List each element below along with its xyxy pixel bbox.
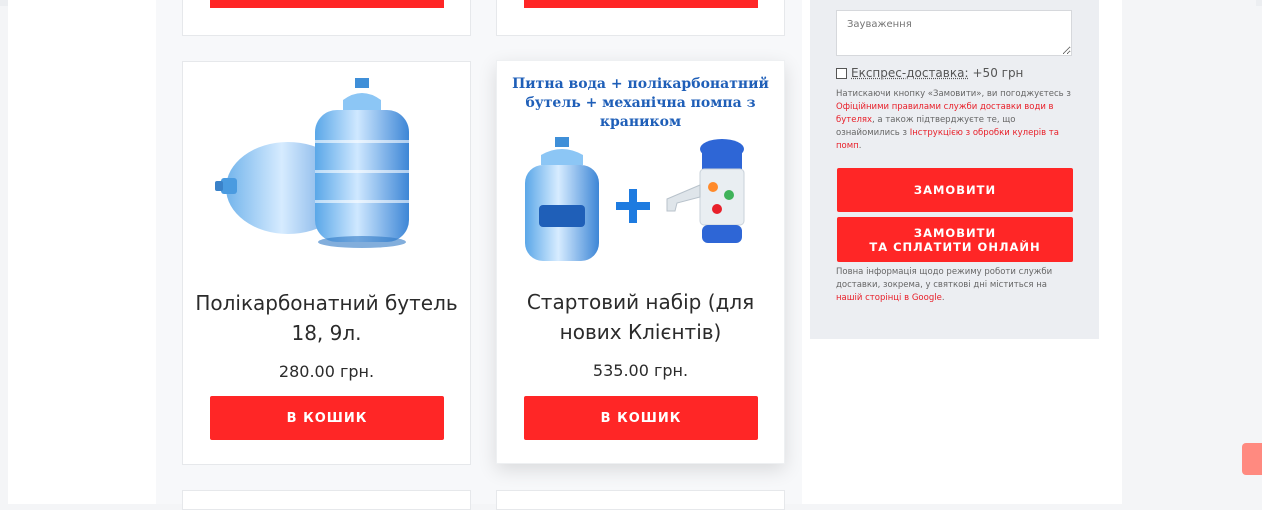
google-page-link[interactable]: нашій сторінці в Google (836, 293, 942, 303)
info-text-part: . (941, 293, 945, 303)
product-card-partial-top-left (182, 0, 471, 36)
image-headline: Питна вода + полікарбонатний бутель + ме… (512, 76, 769, 130)
product-card-partial-top-right (496, 0, 785, 36)
floating-side-tab[interactable] (1242, 443, 1262, 475)
order-button[interactable]: ЗАМОВИТИ (837, 168, 1073, 212)
order-and-pay-button[interactable]: ЗАМОВИТИ ТА СПЛАТИТИ ОНЛАЙН (837, 217, 1073, 262)
product-card: Питна вода + полікарбонатний бутель + ме… (496, 60, 785, 464)
right-gutter (1122, 0, 1256, 504)
product-card-partial-bottom-left (182, 490, 471, 510)
express-delivery-price: +50 грн (972, 66, 1024, 80)
cart-button-partial[interactable] (524, 0, 758, 8)
product-title[interactable]: Стартовий набір (для нових Клієнтів) (507, 287, 774, 347)
order-pay-line2: ТА СПЛАТИТИ ОНЛАЙН (869, 239, 1041, 254)
cart-button-partial[interactable] (210, 0, 444, 8)
terms-text: Натискаючи кнопку «Замовити», ви погоджу… (836, 88, 1072, 153)
notes-textarea[interactable] (836, 10, 1072, 56)
info-text-part: Повна інформація щодо режиму роботи служ… (836, 267, 1053, 290)
product-card: Полікарбонатний бутель 18, 9л. 280.00 гр… (182, 61, 471, 465)
product-card-partial-bottom-right (496, 490, 785, 510)
order-sidebar: Експрес-доставка: +50 грн Натискаючи кно… (810, 0, 1099, 339)
starter-kit-image (525, 137, 745, 261)
product-price: 535.00 грн. (592, 361, 689, 380)
add-to-cart-button[interactable]: В КОШИК (210, 396, 444, 440)
order-pay-line1: ЗАМОВИТИ (913, 225, 997, 240)
express-delivery-label[interactable]: Експрес-доставка: (851, 66, 969, 80)
product-price: 280.00 грн. (278, 362, 375, 381)
terms-text-part: . (858, 141, 862, 151)
add-to-cart-button[interactable]: В КОШИК (524, 396, 758, 440)
water-bottle-icon (215, 78, 409, 248)
terms-text-part: Натискаючи кнопку «Замовити», ви погоджу… (836, 89, 1071, 99)
delivery-info-text: Повна інформація щодо режиму роботи служ… (836, 266, 1072, 305)
express-delivery-checkbox[interactable] (836, 67, 847, 79)
product-title[interactable]: Полікарбонатний бутель 18, 9л. (193, 288, 460, 348)
express-delivery-option[interactable]: Експрес-доставка: +50 грн (836, 66, 1023, 80)
